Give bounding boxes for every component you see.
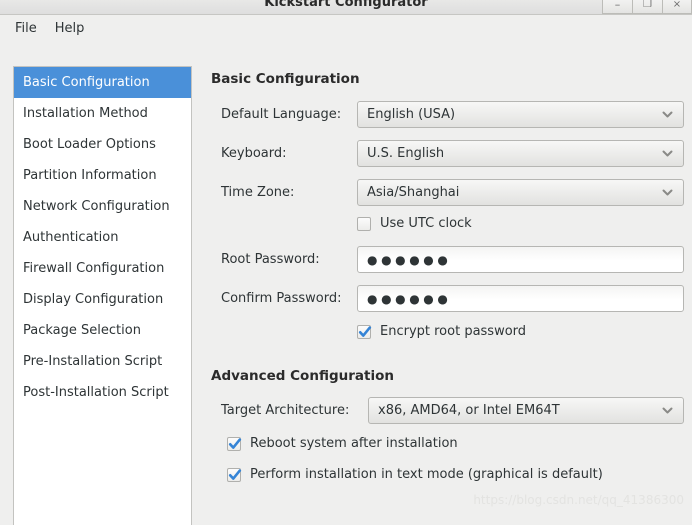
checkmark-icon <box>358 325 372 337</box>
chevron-down-icon <box>662 187 673 198</box>
text-mode-install-label: Perform installation in text mode (graph… <box>250 467 603 482</box>
row-root-password: Root Password: ●●●●●● <box>205 245 692 274</box>
sidebar-item-installation-method[interactable]: Installation Method <box>14 98 191 129</box>
encrypt-root-password-checkbox[interactable] <box>357 324 372 339</box>
time-zone-label: Time Zone: <box>221 185 295 200</box>
root-password-input[interactable]: ●●●●●● <box>357 246 684 273</box>
default-language-label: Default Language: <box>221 107 342 122</box>
minimize-icon: – <box>614 0 621 11</box>
window-title: Kickstart Configurator <box>264 0 428 10</box>
keyboard-dropdown[interactable]: U.S. English <box>357 140 684 167</box>
use-utc-clock-label: Use UTC clock <box>380 216 472 231</box>
root-password-label: Root Password: <box>221 252 320 267</box>
sidebar-item-firewall-configuration[interactable]: Firewall Configuration <box>14 253 191 284</box>
close-button[interactable]: × <box>662 0 692 14</box>
chevron-down-icon <box>662 405 673 416</box>
text-mode-install-checkbox-row[interactable]: Perform installation in text mode (graph… <box>227 467 603 482</box>
main-panel: Basic Configuration Default Language: En… <box>205 62 692 525</box>
use-utc-clock-checkbox[interactable] <box>357 216 371 231</box>
menu-bar: File Help <box>0 16 692 40</box>
sidebar-item-boot-loader-options[interactable]: Boot Loader Options <box>14 129 191 160</box>
confirm-password-label: Confirm Password: <box>221 291 342 306</box>
time-zone-dropdown[interactable]: Asia/Shanghai <box>357 179 684 206</box>
reboot-after-installation-label: Reboot system after installation <box>250 436 458 451</box>
row-target-architecture: Target Architecture: x86, AMD64, or Inte… <box>205 396 692 425</box>
root-password-value: ●●●●●● <box>367 252 452 267</box>
keyboard-value: U.S. English <box>367 146 445 161</box>
row-default-language: Default Language: English (USA) <box>205 100 692 129</box>
keyboard-label: Keyboard: <box>221 146 287 161</box>
text-mode-install-checkbox[interactable] <box>227 467 242 482</box>
close-icon: × <box>672 0 682 10</box>
default-language-value: English (USA) <box>367 107 456 122</box>
target-architecture-dropdown[interactable]: x86, AMD64, or Intel EM64T <box>368 397 684 424</box>
sidebar-item-pre-installation-script[interactable]: Pre-Installation Script <box>14 346 191 377</box>
checkmark-icon <box>228 437 242 449</box>
menu-item-file[interactable]: File <box>6 19 46 38</box>
chevron-down-icon <box>662 148 673 159</box>
reboot-after-installation-checkbox-row[interactable]: Reboot system after installation <box>227 436 458 451</box>
target-architecture-value: x86, AMD64, or Intel EM64T <box>378 403 560 418</box>
target-architecture-label: Target Architecture: <box>221 403 350 418</box>
sidebar-item-authentication[interactable]: Authentication <box>14 222 191 253</box>
title-bar: Kickstart Configurator – ❐ × <box>0 0 692 15</box>
confirm-password-input[interactable]: ●●●●●● <box>357 285 684 312</box>
kickstart-configurator-window: Kickstart Configurator – ❐ × File Help B… <box>0 0 692 525</box>
advanced-configuration-heading: Advanced Configuration <box>211 368 394 384</box>
sidebar-item-post-installation-script[interactable]: Post-Installation Script <box>14 377 191 408</box>
maximize-button[interactable]: ❐ <box>632 0 662 14</box>
basic-configuration-heading: Basic Configuration <box>211 71 360 87</box>
sidebar-item-partition-information[interactable]: Partition Information <box>14 160 191 191</box>
time-zone-value: Asia/Shanghai <box>367 185 460 200</box>
maximize-icon: ❐ <box>643 0 652 10</box>
sidebar-item-display-configuration[interactable]: Display Configuration <box>14 284 191 315</box>
sidebar-item-package-selection[interactable]: Package Selection <box>14 315 191 346</box>
default-language-dropdown[interactable]: English (USA) <box>357 101 684 128</box>
row-keyboard: Keyboard: U.S. English <box>205 139 692 168</box>
row-confirm-password: Confirm Password: ●●●●●● <box>205 284 692 313</box>
reboot-after-installation-checkbox[interactable] <box>227 436 242 451</box>
window-controls: – ❐ × <box>602 0 692 14</box>
minimize-button[interactable]: – <box>602 0 632 14</box>
encrypt-root-password-checkbox-row[interactable]: Encrypt root password <box>357 324 526 339</box>
menu-item-help[interactable]: Help <box>46 19 94 38</box>
use-utc-clock-checkbox-row[interactable]: Use UTC clock <box>357 216 472 231</box>
sidebar-item-network-configuration[interactable]: Network Configuration <box>14 191 191 222</box>
checkmark-icon <box>228 468 242 480</box>
row-time-zone: Time Zone: Asia/Shanghai <box>205 178 692 207</box>
encrypt-root-password-label: Encrypt root password <box>380 324 527 339</box>
confirm-password-value: ●●●●●● <box>367 291 452 306</box>
sidebar-list[interactable]: Basic Configuration Installation Method … <box>13 66 192 525</box>
sidebar-item-basic-configuration[interactable]: Basic Configuration <box>14 67 191 98</box>
chevron-down-icon <box>662 109 673 120</box>
